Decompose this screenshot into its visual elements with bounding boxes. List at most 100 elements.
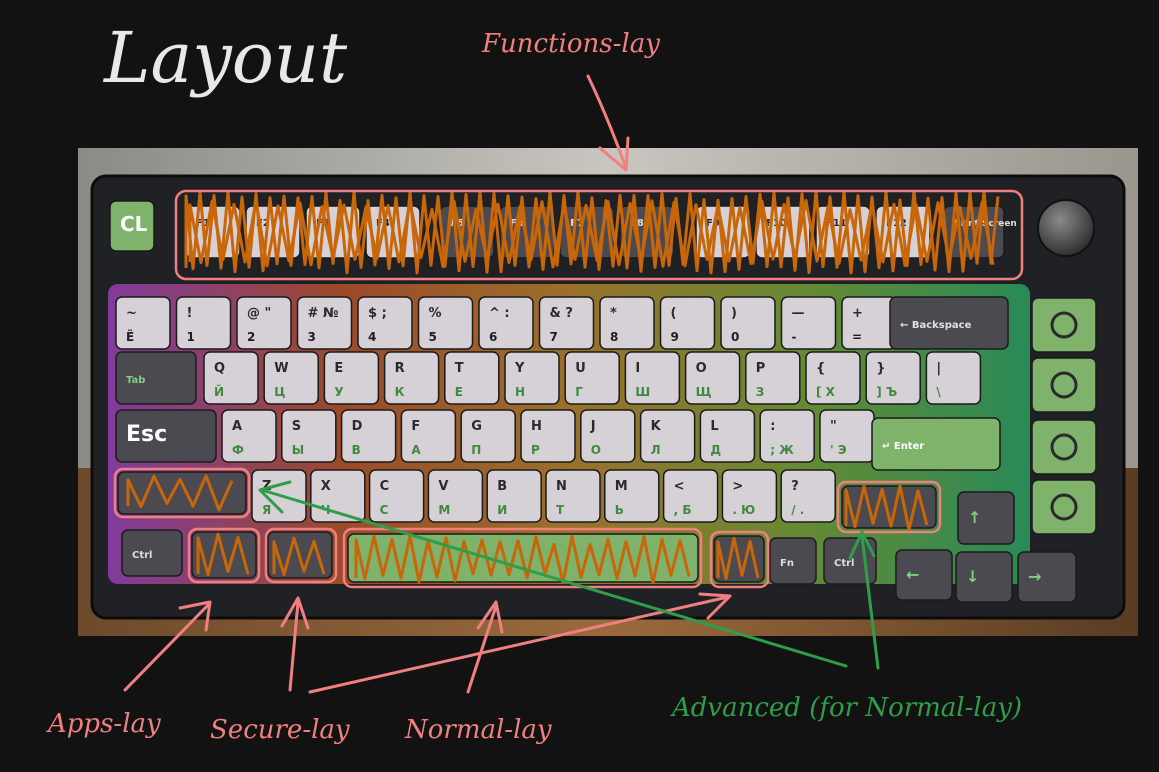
key-5-q-cap — [504, 351, 560, 405]
key-num-7: & ? 7 — [538, 296, 595, 350]
key-6-a-cap — [580, 409, 636, 463]
key-4-a-cap — [460, 409, 516, 463]
key-num-5-sublegend: 5 — [429, 330, 437, 344]
key-num-12: += — [841, 296, 897, 350]
key-2-a-legend: D — [352, 419, 363, 434]
key-6-z: MЬ — [604, 469, 660, 523]
key-num-11-legend: — — [792, 306, 805, 321]
key-num-11-sublegend: - — [792, 330, 797, 344]
key-5-a-sublegend: Р — [531, 443, 540, 457]
key-num-5: %5 — [417, 296, 474, 350]
key-macro-4-cap — [1031, 479, 1097, 535]
volume-knob — [1037, 199, 1095, 257]
key-num-3-sublegend: 3 — [308, 330, 316, 344]
key-8-a: LД — [699, 409, 756, 463]
key-1-q: WЦ — [263, 351, 319, 405]
key-num-12-cap — [841, 296, 897, 350]
key-fn: Fn — [769, 537, 817, 585]
key-num-4-cap — [357, 296, 413, 350]
key-num-9-sublegend: 9 — [671, 330, 679, 344]
key-9-a-sublegend: ; Ж — [770, 443, 794, 457]
key-0-a: AФ — [221, 409, 277, 463]
key-1-z-legend: X — [321, 479, 331, 494]
key-6-q-sublegend: Г — [575, 385, 583, 399]
key-num-6-cap — [478, 296, 534, 350]
key-num-2-sublegend: 2 — [247, 330, 255, 344]
key-6-a: JО — [580, 409, 636, 463]
key-1-q-cap — [263, 351, 319, 405]
key-num-11: —- — [780, 296, 837, 350]
key-7-q-sublegend: Ш — [635, 385, 650, 399]
key-5-z-legend: N — [556, 479, 567, 494]
key-2-z: CС — [368, 469, 425, 523]
key-8-a-cap — [699, 409, 756, 463]
key-left-ctrl-legend: Ctrl — [132, 550, 152, 561]
key-2-q-sublegend: У — [334, 385, 343, 399]
key-8-a-sublegend: Д — [710, 443, 721, 457]
key-0-a-legend: A — [232, 419, 242, 434]
key-9-z-cap — [780, 469, 836, 523]
key-3-a-cap — [400, 409, 457, 463]
key-num-6: ^ : 6 — [478, 296, 534, 350]
key-7-a-sublegend: Л — [651, 443, 661, 457]
key-4-q: TЕ — [444, 351, 500, 405]
key-3-q-legend: R — [395, 361, 405, 376]
key-arrow-down: ↓ — [955, 551, 1013, 603]
key-1-a-sublegend: Ы — [292, 443, 304, 457]
key-num-10: )0 — [720, 296, 776, 350]
key-4-z: BИ — [486, 469, 542, 523]
key-3-q-sublegend: К — [395, 385, 405, 399]
key-3-z-sublegend: М — [438, 503, 450, 517]
key-macro-1-cap — [1031, 297, 1097, 353]
key-num-4-sublegend: 4 — [368, 330, 376, 344]
key-num-4-legend: $ ; — [368, 306, 387, 321]
key-2-q-cap — [323, 351, 380, 405]
key-num-7-legend: & ? — [550, 306, 573, 321]
key-0-q: QЙ — [203, 351, 259, 405]
key-esc-legend: Esc — [126, 422, 167, 447]
key-num-7-sublegend: 7 — [550, 330, 558, 344]
key-num-12-legend: + — [852, 306, 863, 321]
key-11-q: }] Ъ — [865, 351, 921, 405]
key-10-q-sublegend: [ Х — [816, 385, 836, 399]
key-9-a-legend: : — [770, 419, 775, 434]
key-6-q: UГ — [564, 351, 620, 405]
diagram-title: Layout — [102, 17, 348, 99]
key-1-q-sublegend: Ц — [274, 385, 285, 399]
key-num-2-legend: @ " — [247, 306, 271, 321]
key-esc: Esc — [115, 409, 217, 463]
key-4-q-legend: T — [455, 361, 464, 376]
key-5-a-legend: H — [531, 419, 542, 434]
key-1-q-legend: W — [274, 361, 288, 376]
key-num-10-legend: ) — [731, 306, 737, 321]
key-6-a-sublegend: О — [591, 443, 601, 457]
key-num-12-sublegend: = — [852, 330, 862, 344]
key-num-4: $ ; 4 — [357, 296, 413, 350]
key-5-q: YН — [504, 351, 560, 405]
key-8-a-legend: L — [710, 419, 718, 434]
key-3-z-cap — [427, 469, 484, 523]
key-5-a: HР — [520, 409, 576, 463]
key-7-q-legend: I — [635, 361, 640, 376]
key-11-q-legend: } — [876, 361, 885, 376]
key-arrow-left: ← — [895, 549, 953, 601]
key-12-q: |\ — [925, 351, 982, 405]
key-macro-3 — [1031, 419, 1097, 475]
advanced-label: Advanced (for Normal-lay) — [670, 693, 1022, 723]
key-6-z-sublegend: Ь — [615, 503, 624, 517]
key-enter-legend: ↵ Enter — [882, 441, 924, 452]
key-7-a-legend: K — [651, 419, 662, 434]
key-5-q-legend: Y — [514, 361, 525, 376]
key-3-a-legend: F — [411, 419, 420, 434]
key-0-a-sublegend: Ф — [232, 443, 244, 457]
key-4-a: GП — [460, 409, 516, 463]
key-right-ctrl-legend: Ctrl — [834, 558, 854, 569]
key-num-2: @ " 2 — [236, 296, 292, 350]
key-macro-2 — [1031, 357, 1097, 413]
key-3-z-legend: V — [438, 479, 448, 494]
key-5-z-cap — [545, 469, 601, 523]
key-arrow-left-legend: ← — [906, 565, 919, 584]
normal-label: Normal-lay — [404, 715, 552, 745]
key-3-z: VМ — [427, 469, 484, 523]
key-cl: CL — [109, 200, 155, 252]
